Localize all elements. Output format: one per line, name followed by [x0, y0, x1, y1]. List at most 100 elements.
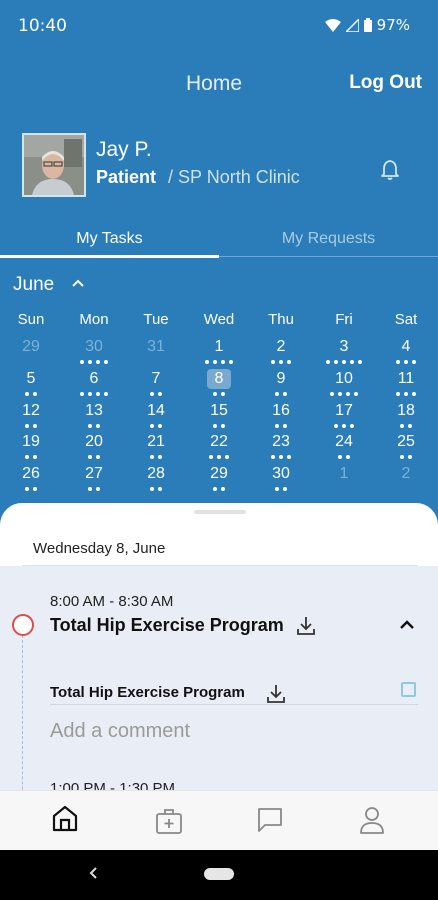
notifications-button[interactable] [378, 158, 402, 187]
calendar-day-number: 21 [147, 433, 165, 450]
task-dot [221, 392, 225, 396]
calendar-day[interactable]: 14 [138, 401, 174, 428]
home-pill-button[interactable] [204, 868, 234, 880]
task-dot [346, 392, 350, 396]
task-indicator-dots [76, 360, 112, 364]
task-indicator-dots [326, 360, 362, 364]
chat-icon [258, 808, 282, 832]
calendar-day[interactable]: 5 [13, 369, 49, 396]
collapse-task-button[interactable] [398, 618, 416, 637]
task-status-circle[interactable] [12, 614, 34, 636]
calendar-day[interactable]: 24 [326, 432, 362, 459]
calendar-day-number: 15 [210, 402, 228, 419]
task-dot [275, 487, 279, 491]
calendar-day[interactable]: 21 [138, 432, 174, 459]
task-dot [88, 392, 92, 396]
task-dot [225, 455, 229, 459]
calendar-day[interactable]: 2 [263, 337, 299, 364]
task-dot [350, 360, 354, 364]
calendar-day[interactable]: 29 [201, 464, 237, 491]
calendar-day[interactable]: 11 [388, 369, 424, 396]
task-indicator-dots [326, 455, 362, 459]
calendar-day[interactable]: 1 [326, 464, 362, 491]
task-dot [287, 360, 291, 364]
day-of-week-label: Fri [335, 311, 353, 328]
calendar-day-number: 19 [22, 433, 40, 450]
status-time: 10:40 [18, 16, 67, 36]
calendar-day[interactable]: 26 [13, 464, 49, 491]
calendar-day[interactable]: 30 [263, 464, 299, 491]
calendar-day[interactable]: 1 [201, 337, 237, 364]
task-indicator-dots [388, 424, 424, 428]
calendar-day[interactable]: 6 [76, 369, 112, 396]
nav-profile[interactable] [358, 805, 388, 835]
task-dot [150, 424, 154, 428]
active-tab-indicator [0, 255, 219, 258]
subtask-title[interactable]: Total Hip Exercise Program [50, 684, 245, 701]
task-dot [88, 487, 92, 491]
calendar-day-number: 26 [22, 465, 40, 482]
user-name: Jay P. [96, 138, 152, 161]
download-button[interactable] [295, 615, 317, 642]
calendar-day-number: 31 [147, 338, 165, 355]
task-indicator-dots [263, 392, 299, 396]
agenda-date: Wednesday 8, June [33, 540, 166, 557]
calendar-day[interactable]: 10 [326, 369, 362, 396]
calendar-day[interactable]: 23 [263, 432, 299, 459]
calendar-day[interactable]: 12 [13, 401, 49, 428]
task-dot [404, 360, 408, 364]
calendar-day-number: 13 [85, 402, 103, 419]
calendar-day-number: 24 [335, 433, 353, 450]
day-of-week-label: Thu [268, 311, 294, 328]
calendar-day[interactable]: 4 [388, 337, 424, 364]
calendar-day[interactable]: 19 [13, 432, 49, 459]
task-indicator-dots [263, 424, 299, 428]
avatar[interactable] [22, 133, 86, 197]
logout-button[interactable]: Log Out [349, 72, 422, 94]
comment-input[interactable]: Add a comment [50, 720, 190, 743]
calendar-day[interactable]: 31 [138, 337, 174, 364]
calendar-day[interactable]: 9 [263, 369, 299, 396]
tab-my-requests[interactable]: My Requests [219, 230, 438, 248]
task-title[interactable]: Total Hip Exercise Program [50, 615, 284, 636]
collapse-calendar-button[interactable] [70, 276, 86, 295]
tab-my-tasks[interactable]: My Tasks [0, 230, 219, 248]
task-indicator-dots [326, 487, 362, 491]
calendar-day[interactable]: 20 [76, 432, 112, 459]
nav-care[interactable] [155, 807, 185, 837]
subtask-checkbox[interactable] [401, 682, 416, 697]
calendar-day[interactable]: 18 [388, 401, 424, 428]
calendar-day[interactable]: 7 [138, 369, 174, 396]
drag-handle[interactable] [194, 510, 246, 514]
task-dot [158, 392, 162, 396]
calendar-day[interactable]: 17 [326, 401, 362, 428]
task-dot [150, 487, 154, 491]
calendar-day-number: 9 [276, 370, 286, 387]
calendar-day[interactable]: 3 [326, 337, 362, 364]
calendar-day-number: 29 [210, 465, 228, 482]
calendar-day[interactable]: 2 [388, 464, 424, 491]
calendar-day[interactable]: 30 [76, 337, 112, 364]
nav-home[interactable] [50, 803, 80, 833]
calendar-day[interactable]: 28 [138, 464, 174, 491]
calendar-day[interactable]: 13 [76, 401, 112, 428]
task-indicator-dots [138, 392, 174, 396]
nav-messages[interactable] [256, 806, 286, 836]
back-button[interactable] [88, 864, 98, 885]
calendar-day-selected[interactable]: 8 [201, 369, 237, 396]
task-dot [279, 455, 283, 459]
calendar-day[interactable]: 16 [263, 401, 299, 428]
calendar-day[interactable]: 25 [388, 432, 424, 459]
calendar-day[interactable]: 27 [76, 464, 112, 491]
calendar-day[interactable]: 15 [201, 401, 237, 428]
task-dot [221, 424, 225, 428]
task-dot [80, 392, 84, 396]
calendar-day-number: 29 [22, 338, 40, 355]
calendar-day[interactable]: 22 [201, 432, 237, 459]
task-dot [287, 455, 291, 459]
subtask-download-button[interactable] [265, 683, 287, 710]
calendar-month[interactable]: June [13, 274, 54, 296]
task-dot [283, 487, 287, 491]
calendar-day[interactable]: 29 [13, 337, 49, 364]
chevron-up-icon [400, 620, 414, 629]
